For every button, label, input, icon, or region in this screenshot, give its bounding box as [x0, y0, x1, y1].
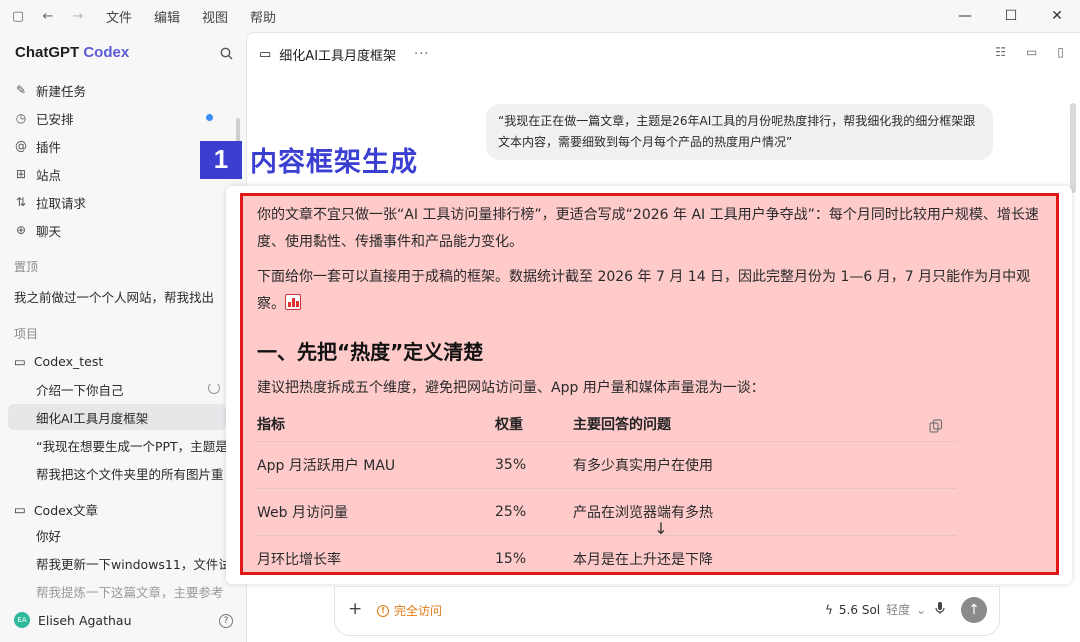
minimize-icon[interactable]: — — [942, 0, 988, 32]
warning-icon: ! — [377, 604, 389, 617]
title-bar: ▢ ← → 文件 编辑 视图 帮助 — ☐ ✕ — [0, 0, 1080, 32]
folder-icon: ▭ — [259, 47, 272, 62]
access-mode-button[interactable]: ! 完全访问 — [377, 602, 442, 619]
annotation-banner: 1 内容框架生成 — [200, 140, 418, 179]
thread-title: 细化AI工具月度框架 — [279, 49, 397, 64]
thread-item[interactable]: 你好 — [8, 522, 226, 548]
nav-pull-requests[interactable]: ⇅ 拉取请求 — [0, 188, 246, 216]
banner-number: 1 — [200, 140, 242, 179]
table-cell: 产品在浏览器端有多热 — [573, 488, 957, 536]
thread-item[interactable]: 介绍一下你自己 — [8, 376, 226, 402]
thread-item[interactable]: 帮我把这个文件夹里的所有图片重 — [8, 460, 226, 486]
search-icon[interactable] — [220, 45, 233, 64]
section-heading: 一、先把“热度”定义清楚 — [257, 340, 484, 364]
scroll-down-icon[interactable]: ↓ — [647, 514, 675, 542]
loading-spinner-icon — [208, 382, 220, 394]
table-cell: 35% — [495, 441, 573, 489]
table-cell: 25% — [495, 488, 573, 536]
project-folder-codex-articles[interactable]: ▭ Codex文章 — [14, 500, 98, 519]
checklist-icon[interactable]: ☷ — [995, 45, 1006, 59]
plugin-icon: @ — [15, 139, 27, 153]
add-attachment-icon[interactable]: + — [348, 599, 362, 619]
project-folder-codex-test[interactable]: ▭ Codex_test — [14, 354, 103, 369]
main-scrollbar[interactable] — [1070, 103, 1076, 193]
table-cell: 15% — [495, 535, 573, 572]
header-actions: ☷ ▭ ▯ — [995, 45, 1064, 59]
more-options-icon[interactable]: ··· — [414, 47, 429, 62]
metrics-table: 指标 权重 主要回答的问题 App 月活跃用户 MAU 35% 有多少真实用户在… — [257, 407, 957, 572]
panel-icon[interactable]: ▯ — [1057, 45, 1064, 59]
table-row: 月环比增长率 15% 本月是在上升还是下降 — [257, 535, 957, 572]
table-header: 权重 — [495, 407, 573, 442]
assistant-response: 你的文章不宜只做一张“AI 工具访问量排行榜”，更适合写成“2026 年 AI … — [240, 193, 1059, 575]
sidebar-toggle-icon[interactable]: ▢ — [10, 8, 26, 24]
folder-icon: ▭ — [14, 354, 26, 369]
user-message-bubble: “我现在正在做一篇文章，主题是26年AI工具的月份呢热度排行，帮我细化我的细分框… — [486, 104, 993, 160]
chevron-down-icon: ⌄ — [916, 602, 927, 617]
nav-chat[interactable]: ⊕ 聊天 — [0, 216, 246, 244]
response-paragraph: 你的文章不宜只做一张“AI 工具访问量排行榜”，更适合写成“2026 年 AI … — [257, 207, 1039, 250]
table-cell: App 月活跃用户 MAU — [257, 441, 495, 489]
thread-item[interactable]: 帮我更新一下windows11，文件试 — [8, 550, 226, 576]
pull-request-icon: ⇅ — [15, 195, 27, 209]
window-controls: — ☐ ✕ — [942, 0, 1080, 32]
table-row: Web 月访问量 25% 产品在浏览器端有多热 — [257, 488, 957, 536]
nav-new-task[interactable]: ✎ 新建任务 — [0, 76, 246, 104]
menu-view[interactable]: 视图 — [202, 7, 228, 26]
folder-icon: ▭ — [14, 502, 26, 517]
thread-item-active[interactable]: 细化AI工具月度框架 — [8, 404, 226, 430]
back-arrow-icon[interactable]: ← — [40, 8, 56, 24]
section-lead: 建议把热度拆成五个维度，避免把网站访问量、App 用户量和媒体声量混为一谈： — [257, 380, 765, 396]
lightning-icon: ϟ — [825, 602, 833, 617]
thread-header: ▭ 细化AI工具月度框架 ··· — [259, 45, 429, 64]
terminal-icon[interactable]: ▭ — [1026, 45, 1037, 59]
thread-item[interactable]: 帮我提炼一下这篇文章，主要参考 — [8, 578, 226, 604]
model-selector[interactable]: ϟ 5.6 Sol 轻度 ⌄ — [825, 601, 926, 618]
sidebar: ChatGPT Codex ✎ 新建任务 ◷ 已安排 @ 插件 ⊞ 站点 ⇅ 拉取请求 ⊕… — [0, 32, 246, 642]
brand-logo: ChatGPT Codex — [15, 44, 130, 61]
table-cell: 有多少真实用户在使用 — [573, 441, 957, 489]
table-header: 指标 — [257, 407, 495, 442]
menu-file[interactable]: 文件 — [106, 7, 132, 26]
table-cell: 本月是在上升还是下降 — [573, 535, 957, 572]
table-header: 主要回答的问题 — [573, 407, 957, 442]
unread-dot — [206, 114, 213, 121]
send-button[interactable]: ↑ — [961, 597, 987, 623]
close-icon[interactable]: ✕ — [1034, 0, 1080, 32]
menu-help[interactable]: 帮助 — [250, 7, 276, 26]
nav-scheduled[interactable]: ◷ 已安排 — [0, 104, 246, 132]
maximize-icon[interactable]: ☐ — [988, 0, 1034, 32]
table-cell: 月环比增长率 — [257, 535, 495, 572]
user-profile[interactable]: EA Eliseh Agathau — [14, 612, 132, 628]
response-paragraph: 下面给你一套可以直接用于成稿的框架。数据统计截至 2026 年 7 月 14 日… — [257, 269, 1031, 312]
grid-icon: ⊞ — [15, 167, 27, 181]
microphone-icon[interactable] — [935, 601, 945, 619]
section-pinned: 置顶 — [14, 260, 39, 274]
pinned-thread[interactable]: 我之前做过一个个人网站，帮我找出 — [14, 287, 229, 306]
clock-icon: ◷ — [15, 111, 27, 125]
table-cell: Web 月访问量 — [257, 488, 495, 536]
avatar: EA — [14, 612, 30, 628]
composer[interactable]: + ! 完全访问 ϟ 5.6 Sol 轻度 ⌄ ↑ — [334, 586, 1000, 636]
menu-bar: 文件 编辑 视图 帮助 — [106, 7, 276, 26]
section-projects: 项目 — [14, 327, 39, 341]
copy-icon[interactable] — [929, 418, 943, 433]
menu-edit[interactable]: 编辑 — [154, 7, 180, 26]
table-row: App 月活跃用户 MAU 35% 有多少真实用户在使用 — [257, 441, 957, 489]
forward-arrow-icon[interactable]: → — [70, 8, 86, 24]
thread-item[interactable]: “我现在想要生成一个PPT，主题是 — [8, 432, 226, 458]
chat-icon: ⊕ — [15, 223, 27, 237]
bar-chart-emoji-icon — [285, 294, 301, 310]
banner-text: 内容框架生成 — [250, 147, 418, 178]
table-header-row: 指标 权重 主要回答的问题 — [257, 407, 957, 442]
help-icon[interactable]: ? — [219, 614, 233, 628]
edit-icon: ✎ — [15, 83, 27, 97]
